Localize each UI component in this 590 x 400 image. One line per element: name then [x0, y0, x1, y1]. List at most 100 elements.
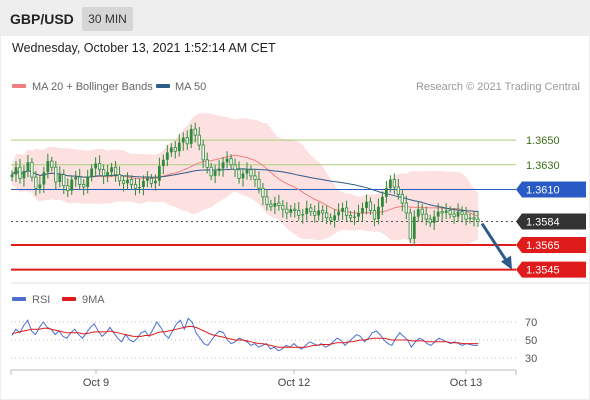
candle-body: [309, 207, 313, 213]
candle-body: [289, 209, 293, 213]
candle-body: [317, 210, 321, 216]
candle-body: [460, 211, 464, 215]
candle-body: [392, 179, 396, 188]
candle-body: [249, 169, 253, 177]
candle-body: [82, 184, 86, 188]
candle-body: [388, 179, 392, 189]
candle-body: [428, 218, 432, 224]
candle-body: [142, 180, 145, 187]
candle-body: [448, 210, 452, 215]
candle-body: [213, 170, 217, 176]
candle-body: [138, 186, 141, 189]
level-tag-1.3584: 1.3584: [516, 213, 586, 230]
candle-body: [225, 158, 229, 163]
candle-body: [201, 144, 205, 161]
rsi-plot: 70 50 30: [11, 317, 537, 365]
candle-body: [209, 166, 213, 177]
candle-body: [42, 172, 46, 185]
watermark: Research © 2021 Trading Central: [416, 81, 580, 93]
candle-body: [408, 212, 412, 240]
candle-body: [297, 210, 301, 216]
rsi-legend-label: RSI: [32, 294, 50, 306]
candle-body: [177, 142, 181, 152]
candle-body: [157, 166, 161, 181]
candle-body: [165, 152, 169, 160]
candle-body: [102, 169, 106, 177]
rsi-legend-swatch: [12, 297, 26, 301]
x-tick-label: Oct 9: [83, 377, 109, 389]
candle-body: [50, 160, 54, 168]
candle-body: [221, 162, 225, 169]
candle-body: [34, 176, 38, 189]
candle-body: [253, 175, 257, 180]
candle-body: [277, 202, 281, 206]
candle-body: [400, 193, 404, 204]
candle-body: [126, 179, 129, 184]
candle-body: [468, 217, 472, 220]
candle: [408, 208, 412, 244]
candle-body: [106, 172, 109, 176]
candle-body: [452, 213, 456, 217]
candle-body: [193, 128, 197, 136]
candle-body: [333, 215, 337, 221]
candle-body: [121, 180, 126, 184]
candle-body: [237, 169, 241, 179]
candle-body: [365, 201, 368, 208]
candle-body: [149, 177, 154, 184]
level-tag-1.3610: 1.3610: [516, 181, 586, 198]
bollinger-band: [12, 113, 478, 246]
candle-body: [440, 211, 444, 214]
chart-svg: MA 20 + Bollinger Bands MA 50 Research ©…: [10, 81, 589, 389]
candle-body: [70, 179, 74, 191]
candle-body: [444, 210, 448, 213]
level-label-1.3610: 1.3610: [526, 184, 560, 196]
candle-body: [161, 159, 165, 166]
x-tick-label: Oct 13: [450, 377, 482, 389]
level-label-1.3545: 1.3545: [526, 265, 560, 277]
candle-body: [94, 163, 98, 169]
candle-body: [30, 161, 34, 178]
candle-body: [257, 179, 261, 189]
candle-body: [153, 180, 157, 184]
candle-body: [113, 166, 118, 176]
candle-body: [181, 137, 185, 143]
level-label-1.3565: 1.3565: [526, 240, 560, 252]
price-plot: 1.3650 1.3630 1.3610 1.3584 1.3565 1.3545: [10, 113, 586, 278]
candle-body: [313, 211, 317, 216]
level-label-1.3630: 1.3630: [526, 160, 560, 172]
candle-body: [432, 216, 436, 223]
candle-body: [78, 176, 82, 185]
candle-body: [301, 214, 305, 216]
candle-body: [372, 210, 377, 220]
rsi-line: [11, 317, 478, 352]
ma20-legend-label: MA 20 + Bollinger Bands: [32, 81, 153, 93]
candle-body: [361, 207, 364, 213]
candle-body: [217, 168, 221, 171]
candle-body: [129, 179, 134, 185]
candle-body: [265, 196, 269, 205]
candle-body: [305, 207, 309, 215]
candle-body: [245, 169, 249, 174]
candle-body: [420, 208, 424, 215]
candle-body: [86, 177, 90, 187]
candle-body: [348, 214, 353, 219]
candle-body: [74, 177, 78, 180]
candle-body: [14, 167, 18, 175]
rsi-ma-legend-swatch: [62, 297, 76, 301]
axis-labels: Oct 9 Oct 12 Oct 13: [83, 370, 482, 389]
x-tick-label: Oct 12: [278, 377, 310, 389]
candle-body: [205, 159, 209, 168]
candle-body: [98, 163, 102, 171]
forecast-arrow-shaft: [480, 222, 509, 263]
candle-body: [185, 137, 189, 145]
candle-body: [396, 186, 400, 195]
candle-body: [381, 196, 384, 207]
rsi-ma-line: [11, 326, 478, 348]
candle-body: [22, 170, 26, 179]
rsi-ma-legend-label: 9MA: [82, 294, 105, 306]
candle-body: [269, 203, 273, 208]
candle-body: [10, 174, 14, 178]
candle-body: [281, 205, 285, 210]
candle-body: [325, 212, 329, 219]
candle-body: [353, 216, 356, 218]
